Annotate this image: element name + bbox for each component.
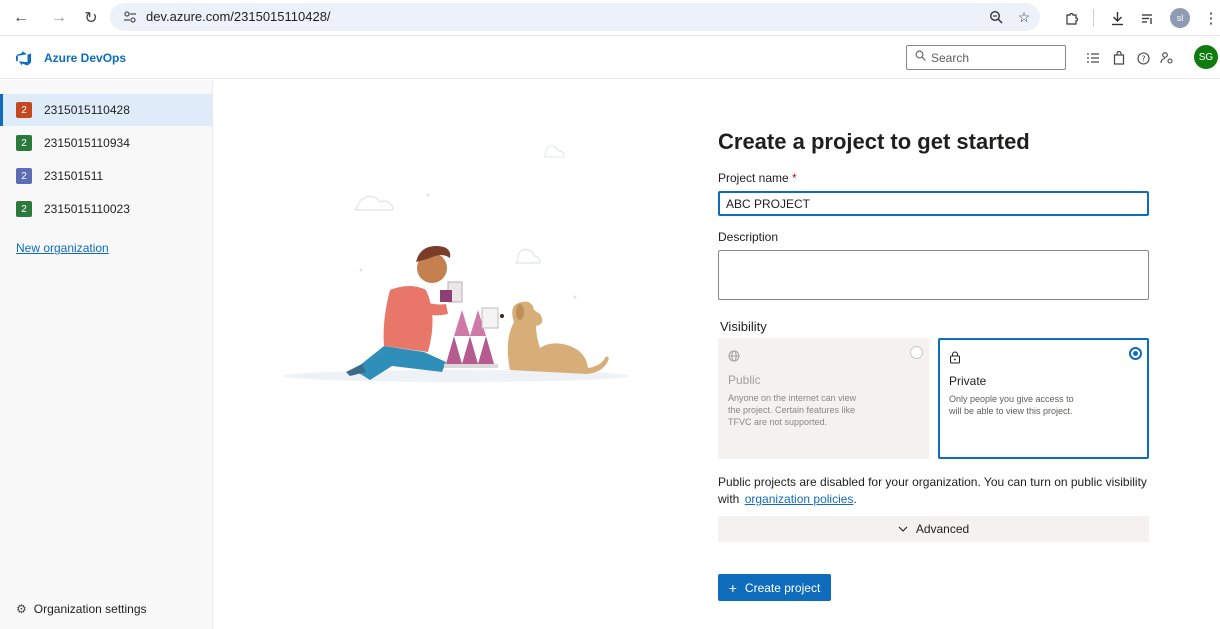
user-avatar[interactable]: SG: [1194, 45, 1218, 69]
project-name-label-text: Project name: [718, 171, 789, 185]
notice-period: .: [853, 492, 857, 506]
plus-icon: +: [728, 579, 737, 596]
required-marker: *: [792, 171, 797, 185]
org-badge: 2: [16, 102, 32, 118]
org-badge: 2: [16, 201, 32, 217]
org-badge: 2: [16, 168, 32, 184]
organization-sidebar: 2 2315015110428 2 2315015110934 2 231501511 2 2…: [0, 80, 213, 629]
toolbar-divider: [1093, 9, 1094, 27]
user-settings-icon[interactable]: [1158, 49, 1176, 67]
forward-icon[interactable]: →: [48, 7, 70, 29]
project-name-label: Project name *: [718, 171, 797, 185]
browser-profile-avatar[interactable]: sl: [1170, 8, 1190, 28]
public-description: Anyone on the internet can view the proj…: [728, 393, 857, 427]
app-title[interactable]: Azure DevOps: [44, 51, 126, 65]
description-textarea[interactable]: [718, 250, 1149, 300]
site-settings-icon[interactable]: [122, 9, 138, 25]
org-name: 2315015110428: [44, 103, 130, 117]
private-title: Private: [949, 374, 987, 388]
page-title: Create a project to get started: [718, 129, 1030, 154]
visibility-option-public[interactable]: Public Anyone on the internet can view t…: [718, 338, 929, 459]
create-project-button[interactable]: + Create project: [718, 574, 831, 601]
sidebar-org-item[interactable]: 2 2315015110428: [0, 94, 212, 126]
download-icon[interactable]: [1106, 7, 1128, 29]
org-name: 2315015110934: [44, 136, 130, 150]
organization-settings-link[interactable]: ⚙ Organization settings: [16, 602, 147, 616]
new-organization-link[interactable]: New organization: [16, 241, 109, 255]
bookmark-star-icon[interactable]: ☆: [1014, 7, 1034, 27]
help-icon[interactable]: ?: [1134, 49, 1152, 67]
advanced-label: Advanced: [915, 522, 970, 536]
search-icon: [915, 50, 926, 64]
org-name: 2315015110023: [44, 202, 130, 216]
browser-toolbar: ← → ↻ dev.azure.com/2315015110428/ ☆ sl …: [0, 0, 1220, 36]
app-header: Azure DevOps ? SG: [0, 37, 1220, 79]
description-label: Description: [718, 230, 779, 244]
private-description: Only people you give access to will be a…: [949, 394, 1074, 416]
visibility-label: Visibility: [720, 319, 767, 334]
marketplace-bag-icon[interactable]: [1110, 49, 1128, 67]
azure-devops-logo-icon[interactable]: [16, 50, 32, 66]
person-with-dog-illustration: [284, 145, 628, 382]
url-text[interactable]: dev.azure.com/2315015110428/: [146, 9, 331, 24]
task-list-icon[interactable]: [1084, 49, 1102, 67]
sidebar-org-item[interactable]: 2 2315015110934: [0, 127, 212, 159]
private-radio[interactable]: [1129, 347, 1142, 360]
lock-icon: [949, 351, 961, 367]
sidebar-org-item[interactable]: 2 231501511: [0, 160, 212, 192]
visibility-option-private[interactable]: Private Only people you give access to w…: [938, 338, 1149, 459]
svg-text:?: ?: [1141, 54, 1145, 63]
back-icon[interactable]: ←: [10, 7, 32, 29]
browser-menu-icon[interactable]: ⋮: [1200, 7, 1220, 29]
public-disabled-notice: Public projects are disabled for your or…: [718, 474, 1158, 508]
sidebar-org-item[interactable]: 2 2315015110023: [0, 193, 212, 225]
advanced-toggle[interactable]: Advanced: [718, 516, 1149, 542]
gear-icon: ⚙: [16, 602, 27, 616]
create-project-label: Create project: [744, 580, 821, 595]
project-name-input[interactable]: [718, 191, 1149, 216]
organization-settings-label: Organization settings: [33, 602, 147, 616]
org-badge: 2: [16, 135, 32, 151]
chevron-down-icon: [898, 524, 908, 535]
search-input[interactable]: [931, 49, 1061, 67]
zoom-icon[interactable]: [986, 7, 1006, 27]
reload-icon[interactable]: ↻: [80, 7, 102, 29]
search-box[interactable]: [906, 45, 1066, 70]
organization-policies-link[interactable]: organization policies: [745, 492, 854, 506]
main-content: Create a project to get started Project …: [214, 80, 1220, 629]
globe-icon: [728, 350, 740, 365]
address-bar[interactable]: dev.azure.com/2315015110428/ ☆: [110, 3, 1040, 31]
public-radio[interactable]: [910, 346, 923, 359]
public-title: Public: [728, 373, 761, 387]
extensions-icon[interactable]: [1060, 7, 1082, 29]
org-name: 231501511: [44, 169, 104, 183]
reading-list-icon[interactable]: [1136, 7, 1158, 29]
